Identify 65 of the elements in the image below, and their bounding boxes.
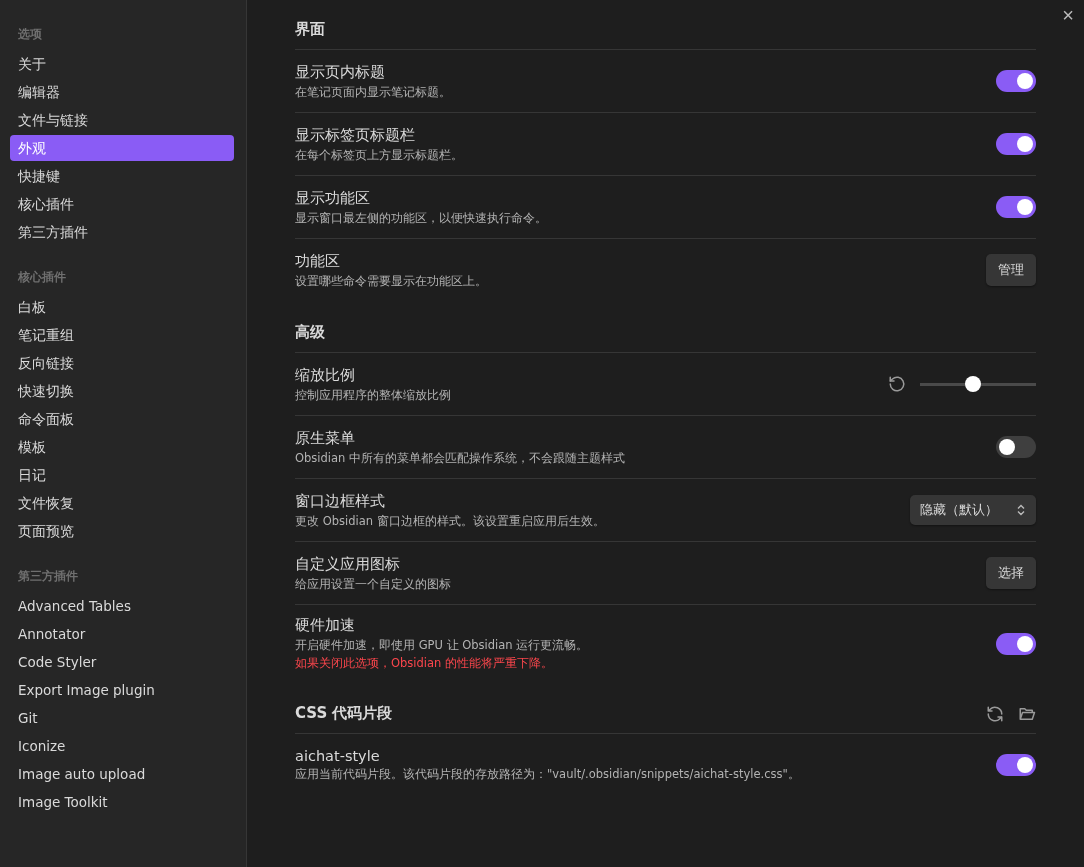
toggle-switch[interactable] <box>996 436 1036 458</box>
setting-description: 开启硬件加速，即使用 GPU 让 Obsidian 运行更流畅。 <box>295 638 589 653</box>
setting-name: 缩放比例 <box>295 365 356 385</box>
sidebar-heading: 选项 <box>17 26 43 43</box>
sidebar-item[interactable]: Git <box>10 705 234 731</box>
action-button[interactable]: 选择 <box>986 557 1036 589</box>
action-button[interactable]: 管理 <box>986 254 1036 286</box>
section-title: CSS 代码片段 <box>295 704 393 723</box>
toggle-switch[interactable] <box>996 70 1036 92</box>
sidebar-item[interactable]: 外观 <box>10 135 234 161</box>
setting-description: 给应用设置一个自定义的图标 <box>295 576 451 592</box>
sidebar-item[interactable]: 快捷键 <box>10 163 234 189</box>
sidebar-heading: 第三方插件 <box>17 568 79 585</box>
sidebar-item[interactable]: Advanced Tables <box>10 593 234 619</box>
sidebar-item[interactable]: 编辑器 <box>10 79 234 105</box>
setting-description: Obsidian 中所有的菜单都会匹配操作系统，不会跟随主题样式 <box>295 450 626 466</box>
reset-icon[interactable] <box>888 375 906 393</box>
toggle-switch[interactable] <box>996 196 1036 218</box>
reload-icon[interactable] <box>986 704 1004 723</box>
sidebar-item[interactable]: 页面预览 <box>10 518 234 544</box>
chevron-up-down-icon <box>1016 504 1026 516</box>
sidebar-item[interactable]: Annotator <box>10 621 234 647</box>
sidebar-item[interactable]: 模板 <box>10 434 234 460</box>
setting-name: 显示标签页标题栏 <box>295 125 416 145</box>
setting-description: 在每个标签页上方显示标题栏。 <box>295 147 463 163</box>
section-title: 高级 <box>295 323 325 342</box>
sidebar-item[interactable]: 第三方插件 <box>10 219 234 245</box>
section-title: 界面 <box>295 20 325 39</box>
sidebar-item[interactable]: 笔记重组 <box>10 322 234 348</box>
setting-description: 在笔记页面内显示笔记标题。 <box>295 84 451 100</box>
setting-name: 显示页内标题 <box>295 62 386 82</box>
setting-name: 自定义应用图标 <box>295 554 401 574</box>
setting-description: 设置哪些命令需要显示在功能区上。 <box>295 273 487 289</box>
sidebar-item[interactable]: 核心插件 <box>10 191 234 217</box>
slider-thumb[interactable] <box>965 376 982 392</box>
setting-description: 显示窗口最左侧的功能区，以便快速执行命令。 <box>295 210 547 226</box>
sidebar-item[interactable]: Image Toolkit <box>10 789 234 815</box>
sidebar-item[interactable]: 反向链接 <box>10 350 234 376</box>
sidebar-heading: 核心插件 <box>17 269 67 286</box>
dropdown[interactable]: 隐藏（默认） <box>910 495 1036 525</box>
toggle-switch[interactable] <box>996 754 1036 776</box>
setting-name: 功能区 <box>295 251 341 271</box>
sidebar-item[interactable]: Export Image plugin <box>10 677 234 703</box>
sidebar-item[interactable]: 关于 <box>10 51 234 77</box>
sidebar-item[interactable]: Image auto upload <box>10 761 234 787</box>
toggle-switch[interactable] <box>996 632 1036 655</box>
sidebar-item[interactable]: Code Styler <box>10 649 234 675</box>
setting-name: 窗口边框样式 <box>295 491 386 511</box>
setting-name: 硬件加速 <box>295 616 356 635</box>
sidebar-item[interactable]: 文件与链接 <box>10 107 234 133</box>
sidebar-item[interactable]: 快速切换 <box>10 378 234 404</box>
setting-description: 应用当前代码片段。该代码片段的存放路径为："vault/.obsidian/snippets/aichat-style.css"。 <box>295 767 800 782</box>
setting-description: 控制应用程序的整体缩放比例 <box>295 387 451 403</box>
setting-name: 显示功能区 <box>295 188 371 208</box>
warning-text: 如果关闭此选项，Obsidian 的性能将严重下降。 <box>295 656 555 671</box>
sidebar-item[interactable]: 命令面板 <box>10 406 234 432</box>
sidebar-item[interactable]: Iconize <box>10 733 234 759</box>
sidebar-item[interactable]: 白板 <box>10 294 234 320</box>
toggle-switch[interactable] <box>996 133 1036 155</box>
setting-name: aichat-style <box>295 748 381 764</box>
setting-name: 原生菜单 <box>295 428 356 448</box>
setting-description: 更改 Obsidian 窗口边框的样式。该设置重启应用后生效。 <box>295 513 605 529</box>
sidebar-item[interactable]: 文件恢复 <box>10 490 234 516</box>
sidebar-item[interactable]: 日记 <box>10 462 234 488</box>
close-button[interactable]: × <box>1056 2 1080 29</box>
